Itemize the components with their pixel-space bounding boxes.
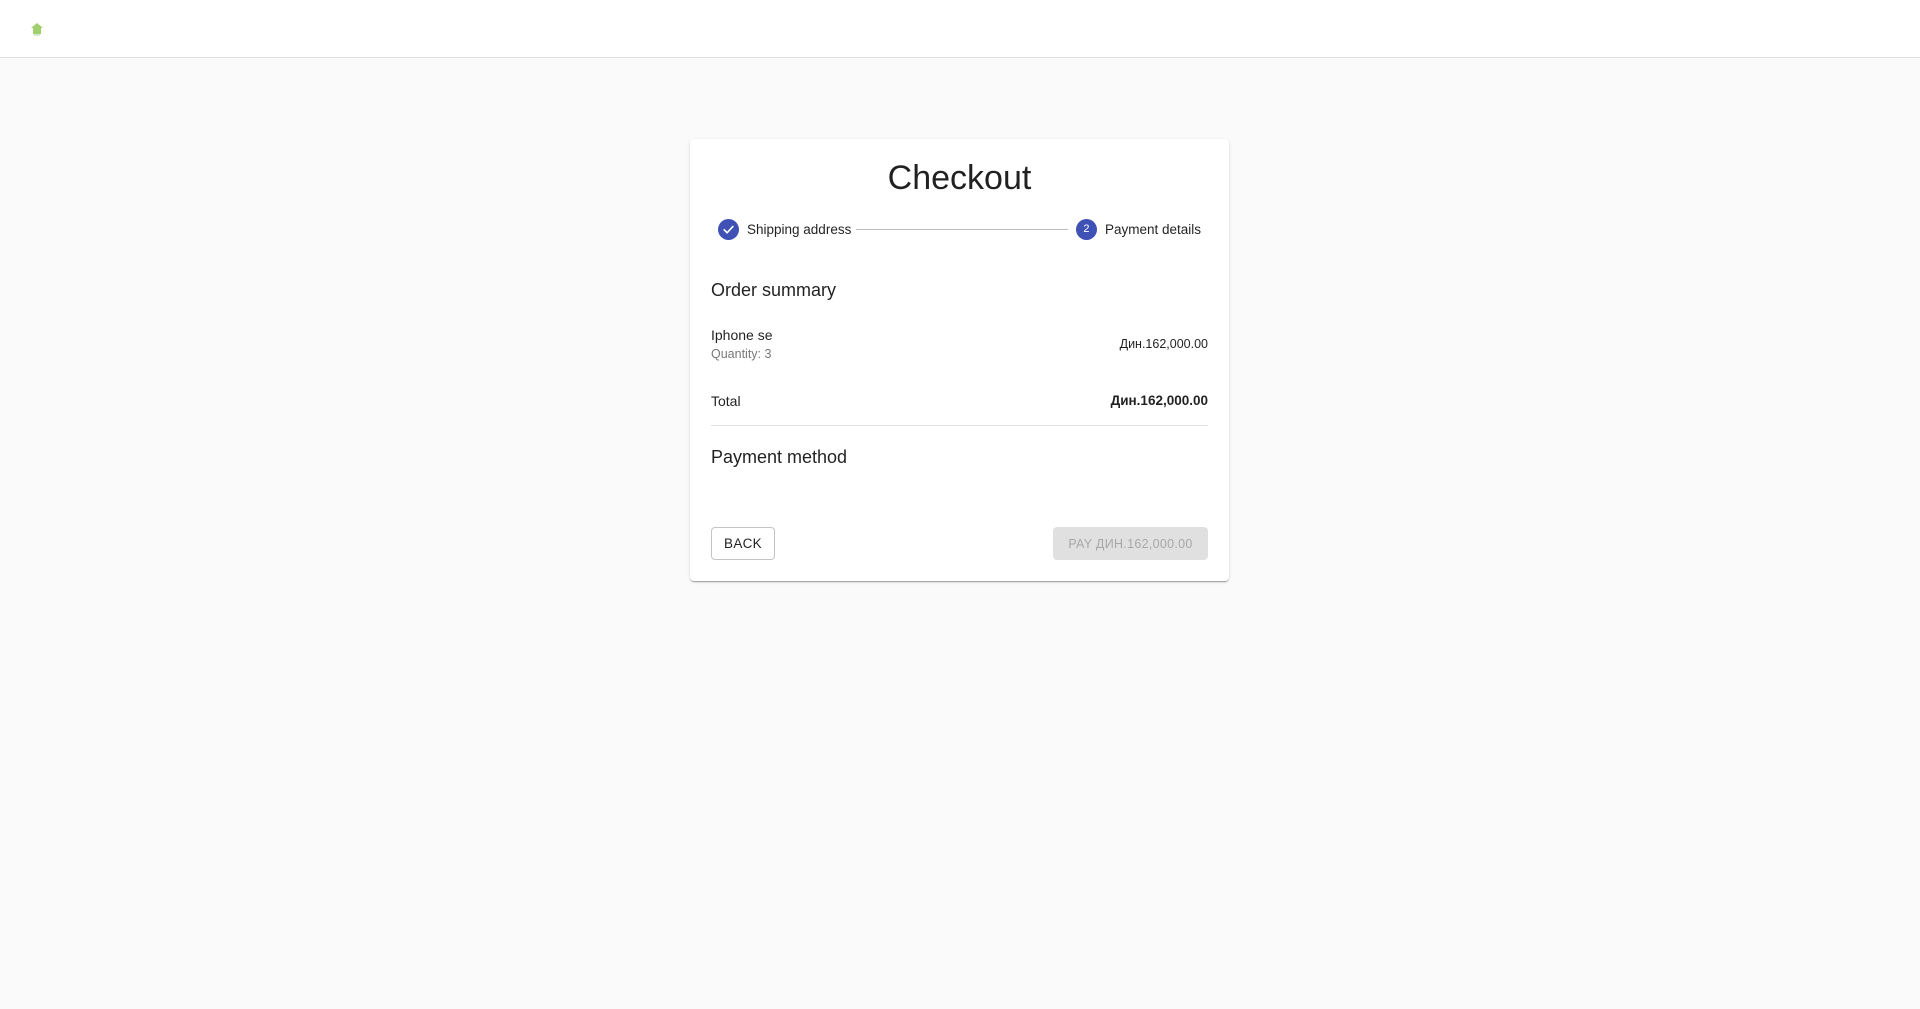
item-price: Дин.162,000.00: [1119, 337, 1208, 351]
total-row: Total Дин.162,000.00: [711, 393, 1208, 413]
payment-method-title: Payment method: [711, 447, 848, 467]
checkout-stepper: Shipping address 2 Payment details: [718, 218, 1201, 240]
order-summary-title: Order summary: [711, 280, 837, 300]
item-name: Iphone se: [711, 327, 773, 343]
page-title: Checkout: [887, 159, 1032, 197]
divider: [711, 425, 1208, 426]
step-number: 2: [1075, 218, 1097, 240]
pay-button[interactable]: PAY ДИН.162,000.00: [1053, 527, 1208, 560]
total-value: Дин.162,000.00: [1110, 393, 1208, 408]
step-shipping-address: Shipping address: [718, 218, 851, 240]
step-connector: [856, 229, 1068, 230]
item-quantity: Quantity: 3: [711, 347, 772, 361]
step-label: Shipping address: [747, 221, 852, 237]
back-button[interactable]: Back: [711, 527, 775, 560]
app-bar: [0, 0, 1920, 58]
checkout-card: Checkout Shipping address 2 Payment deta…: [690, 139, 1229, 581]
check-icon: [718, 218, 739, 240]
list-item: Iphone se Quantity: 3 Дин.162,000.00: [711, 327, 1208, 367]
step-payment-details: 2 Payment details: [1075, 218, 1201, 240]
step-label: Payment details: [1104, 221, 1201, 237]
house-logo-icon[interactable]: [28, 20, 46, 38]
total-label: Total: [711, 393, 741, 409]
